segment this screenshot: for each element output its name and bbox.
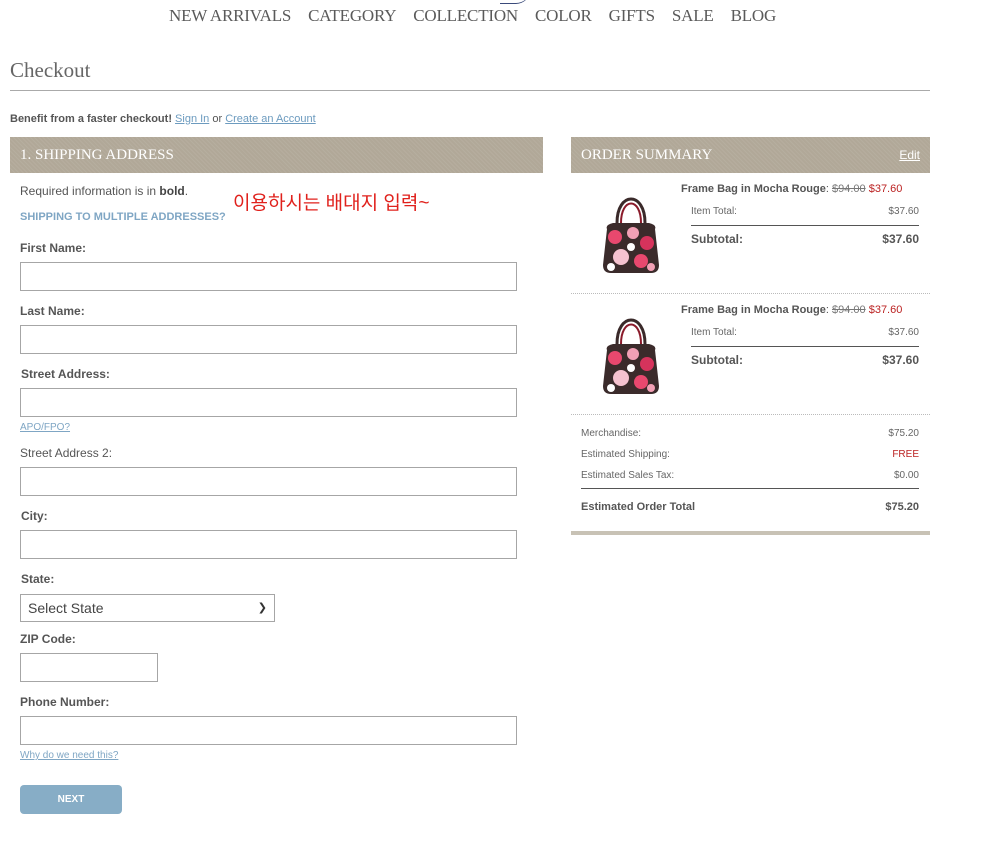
annotation-text: 이용하시는 배대지 입력~ — [233, 193, 430, 214]
edit-link[interactable]: Edit — [899, 137, 920, 173]
logo-fragment — [500, 0, 530, 4]
item-divider — [691, 225, 919, 226]
chevron-down-icon: ❯ — [257, 602, 267, 614]
shipping-value: FREE — [892, 449, 919, 460]
item-name-line: Frame Bag in Mocha Rouge: $94.00 $37.60 — [681, 183, 903, 195]
state-select[interactable]: Select State ❯ — [20, 594, 275, 622]
sales-tax-value: $0.00 — [893, 470, 919, 481]
faster-checkout-text: Benefit from a faster checkout! — [10, 113, 172, 125]
item-total-row: Item Total: $37.60 — [691, 327, 919, 338]
order-totals: Merchandise: $75.20 Estimated Shipping: … — [571, 415, 930, 535]
bag-image[interactable] — [599, 306, 663, 396]
subtotal-row: Subtotal: $37.60 — [691, 232, 919, 246]
first-name-label: First Name: — [20, 241, 87, 255]
last-name-input[interactable] — [20, 325, 517, 354]
shipping-row: Estimated Shipping: FREE — [581, 449, 919, 460]
multiple-addresses-link[interactable]: SHIPPING TO MULTIPLE ADDRESSES? — [20, 211, 226, 223]
top-navigation: NEW ARRIVALS CATEGORY COLLECTION COLOR G… — [169, 6, 793, 26]
subtotal-value: $37.60 — [882, 353, 919, 367]
city-label: City: — [21, 509, 48, 523]
order-total-value: $75.20 — [885, 501, 919, 513]
item-sale-price: $37.60 — [868, 304, 903, 316]
first-name-input[interactable] — [20, 262, 517, 291]
nav-color[interactable]: COLOR — [535, 6, 592, 26]
totals-divider — [581, 488, 919, 489]
subtotal-value: $37.60 — [882, 232, 919, 246]
item-total-value: $37.60 — [888, 327, 919, 338]
phone-number-label: Phone Number: — [20, 695, 110, 709]
sign-in-link[interactable]: Sign In — [175, 113, 209, 125]
apo-fpo-link[interactable]: APO/FPO? — [20, 422, 70, 433]
create-account-link[interactable]: Create an Account — [225, 113, 316, 125]
state-select-value: Select State — [28, 600, 104, 616]
merchandise-value: $75.20 — [888, 428, 919, 439]
item-total-value: $37.60 — [888, 206, 919, 217]
street-address-2-label: Street Address 2: — [20, 446, 113, 460]
order-total-row: Estimated Order Total $75.20 — [581, 501, 919, 513]
nav-collection[interactable]: COLLECTION — [413, 6, 518, 26]
nav-sale[interactable]: SALE — [672, 6, 714, 26]
item-original-price: $94.00 — [831, 304, 866, 316]
required-info-note: Required information is in bold. — [20, 184, 188, 198]
faster-checkout-line: Benefit from a faster checkout! Sign In … — [10, 113, 316, 125]
next-button[interactable]: NEXT — [20, 785, 122, 814]
nav-category[interactable]: CATEGORY — [308, 6, 396, 26]
required-info-period: . — [184, 184, 189, 198]
state-label: State: — [21, 572, 55, 586]
last-name-label: Last Name: — [20, 304, 85, 318]
sales-tax-label: Estimated Sales Tax: — [581, 470, 675, 481]
street-address-input[interactable] — [20, 388, 517, 417]
sales-tax-row: Estimated Sales Tax: $0.00 — [581, 470, 919, 481]
order-total-label: Estimated Order Total — [581, 501, 696, 513]
zip-code-input[interactable] — [20, 653, 158, 682]
bag-image[interactable] — [599, 185, 663, 275]
street-address-label: Street Address: — [21, 367, 110, 381]
item-name[interactable]: Frame Bag in Mocha Rouge — [681, 183, 826, 195]
item-total-label: Item Total: — [691, 327, 737, 338]
item-divider — [691, 346, 919, 347]
order-summary-title: ORDER SUMMARY — [581, 147, 713, 163]
item-sale-price: $37.60 — [868, 183, 903, 195]
phone-number-input[interactable] — [20, 716, 517, 745]
or-text: or — [212, 113, 223, 125]
shipping-address-header: 1. SHIPPING ADDRESS — [10, 137, 543, 173]
shipping-label: Estimated Shipping: — [581, 449, 670, 460]
city-input[interactable] — [20, 530, 517, 559]
item-total-row: Item Total: $37.60 — [691, 206, 919, 217]
subtotal-row: Subtotal: $37.60 — [691, 353, 919, 367]
item-total-label: Item Total: — [691, 206, 737, 217]
subtotal-label: Subtotal: — [691, 232, 743, 246]
item-original-price: $94.00 — [831, 183, 866, 195]
order-summary-header: ORDER SUMMARY Edit — [571, 137, 930, 173]
nav-blog[interactable]: BLOG — [731, 6, 777, 26]
required-info-text: Required information is in — [20, 184, 157, 198]
street-address-2-input[interactable] — [20, 467, 517, 496]
nav-gifts[interactable]: GIFTS — [609, 6, 655, 26]
order-item: Frame Bag in Mocha Rouge: $94.00 $37.60 … — [571, 173, 930, 294]
zip-code-label: ZIP Code: — [20, 632, 76, 646]
merchandise-label: Merchandise: — [581, 428, 642, 439]
item-name[interactable]: Frame Bag in Mocha Rouge — [681, 304, 826, 316]
nav-new-arrivals[interactable]: NEW ARRIVALS — [169, 6, 291, 26]
merchandise-row: Merchandise: $75.20 — [581, 428, 919, 439]
page-title: Checkout — [10, 58, 91, 82]
title-divider — [10, 90, 930, 91]
item-name-line: Frame Bag in Mocha Rouge: $94.00 $37.60 — [681, 304, 903, 316]
required-info-bold: bold — [159, 184, 185, 198]
subtotal-label: Subtotal: — [691, 353, 743, 367]
why-need-this-link[interactable]: Why do we need this? — [20, 750, 118, 761]
order-item: Frame Bag in Mocha Rouge: $94.00 $37.60 … — [571, 294, 930, 415]
